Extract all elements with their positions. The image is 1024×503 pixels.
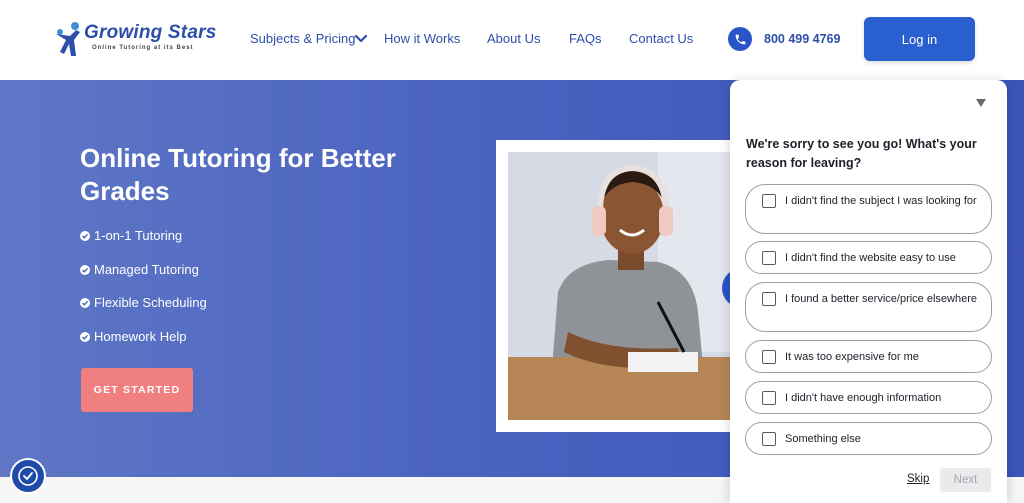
exit-survey-panel: We're sorry to see you go! What's your r… [730, 80, 1007, 503]
logo[interactable]: Growing Stars Online Tutoring at its Bes… [52, 18, 222, 62]
triangle-down-icon[interactable] [975, 98, 987, 108]
feature-label: Flexible Scheduling [94, 295, 207, 310]
nav-about-us[interactable]: About Us [487, 31, 540, 46]
next-button[interactable]: Next [940, 468, 991, 492]
brand-tagline: Online Tutoring at its Best [92, 45, 194, 51]
nav-contact-us[interactable]: Contact Us [629, 31, 693, 46]
site-header: Growing Stars Online Tutoring at its Bes… [0, 0, 1024, 80]
feature-label: Homework Help [94, 329, 187, 344]
check-circle-icon [80, 230, 90, 241]
student-photo [508, 152, 736, 420]
hero-photo-frame [496, 140, 736, 432]
check-circle-icon [80, 331, 90, 342]
option-label: I didn't find the subject I was looking … [785, 195, 977, 207]
nav-subjects-pricing[interactable]: Subjects & Pricing [250, 31, 356, 46]
accessibility-icon[interactable] [10, 458, 46, 494]
feature-item: Managed Tutoring [80, 262, 199, 277]
option-label: I didn't have enough information [785, 392, 942, 404]
option-label: I didn't find the website easy to use [785, 252, 956, 264]
feature-item: Flexible Scheduling [80, 295, 207, 310]
feature-item: Homework Help [80, 329, 186, 344]
phone-number[interactable]: 800 499 4769 [764, 32, 840, 46]
get-started-button[interactable]: GET STARTED [81, 368, 193, 412]
checkbox[interactable] [762, 432, 776, 446]
brand-name: Growing Stars [84, 22, 217, 43]
feature-item: 1-on-1 Tutoring [80, 228, 182, 243]
nav-how-it-works[interactable]: How it Works [384, 31, 460, 46]
nav-faqs[interactable]: FAQs [569, 31, 602, 46]
skip-link[interactable]: Skip [907, 473, 929, 485]
feature-label: 1-on-1 Tutoring [94, 228, 183, 243]
survey-question: We're sorry to see you go! What's your r… [746, 137, 977, 170]
checkbox[interactable] [762, 350, 776, 364]
survey-option[interactable]: Something else [745, 422, 992, 455]
survey-option[interactable]: I didn't find the website easy to use [745, 241, 992, 274]
option-label: Something else [785, 433, 861, 445]
checkbox[interactable] [762, 391, 776, 405]
phone-icon[interactable] [728, 27, 752, 51]
option-label: I found a better service/price elsewhere [785, 293, 977, 305]
login-button[interactable]: Log in [864, 17, 975, 61]
option-label: It was too expensive for me [785, 351, 919, 363]
survey-option[interactable]: I didn't find the subject I was looking … [745, 184, 992, 234]
checkbox[interactable] [762, 251, 776, 265]
survey-option[interactable]: It was too expensive for me [745, 340, 992, 373]
checkbox[interactable] [762, 292, 776, 306]
chevron-down-icon[interactable] [354, 32, 368, 46]
check-circle-icon [80, 264, 90, 275]
survey-option[interactable]: I found a better service/price elsewhere [745, 282, 992, 332]
logo-figure-icon [56, 22, 80, 56]
checkbox[interactable] [762, 194, 776, 208]
survey-option[interactable]: I didn't have enough information [745, 381, 992, 414]
feature-label: Managed Tutoring [94, 262, 199, 277]
check-circle-icon [80, 297, 90, 308]
hero-title: Online Tutoring for Better Grades [80, 143, 396, 206]
